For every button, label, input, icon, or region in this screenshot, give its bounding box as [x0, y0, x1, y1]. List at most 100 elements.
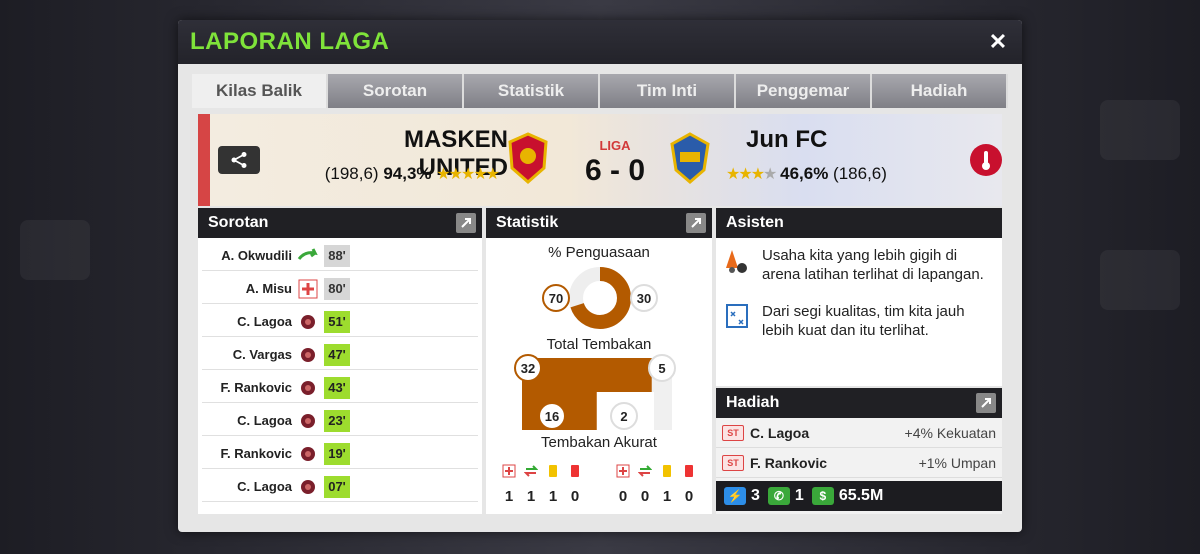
possession-home-value: 70 [549, 291, 563, 306]
home-yellow-count: 1 [548, 488, 558, 505]
highlight-row: C. Lagoa 51' [202, 307, 478, 337]
away-team-rating: (186,6) [833, 164, 887, 183]
tab-kilas-balik[interactable]: Kilas Balik [192, 74, 328, 108]
shots-away-value: 5 [658, 361, 665, 376]
rewards-header: Hadiah [716, 388, 1002, 418]
yellow-card-icon [656, 464, 678, 482]
home-team-percent: 94,3% [383, 164, 432, 183]
match-report-modal: LAPORAN LAGA ✕ Kilas Balik Sorotan Stati… [178, 20, 1022, 532]
background-menu-item [20, 220, 90, 280]
home-sub-count: 1 [526, 488, 536, 505]
home-event-icons [498, 464, 586, 482]
energy-icon: ⚡ [724, 487, 746, 505]
substitution-arrow-icon [296, 245, 320, 267]
final-score: 6 - 0 [584, 154, 646, 187]
away-team-name: Jun FC [746, 126, 828, 153]
red-card-icon [678, 464, 700, 482]
position-badge: ST [722, 424, 744, 441]
highlight-minute: 23' [324, 409, 350, 432]
share-button[interactable] [218, 146, 260, 174]
highlight-player: C. Vargas [232, 347, 292, 362]
rewards-title: Hadiah [726, 394, 780, 411]
expand-stats-button[interactable] [686, 213, 706, 233]
assistant-header: Asisten [716, 208, 1002, 238]
highlight-minute: 88' [324, 244, 350, 267]
highlight-player: C. Lagoa [237, 479, 292, 494]
ball-icon [296, 344, 320, 366]
tab-statistik[interactable]: Statistik [464, 74, 600, 108]
home-team-rating: (198,6) [324, 164, 379, 183]
stats-title: Statistik [496, 214, 559, 231]
tab-penggemar[interactable]: Penggemar [736, 74, 872, 108]
highlight-minute: 47' [324, 343, 350, 366]
highlights-list: A. Okwudili 88' A. Misu 80' C. Lagoa 51' C. Va… [198, 241, 482, 502]
highlight-minute: 07' [324, 475, 350, 498]
highlights-title: Sorotan [208, 214, 269, 231]
reward-player: C. Lagoa [750, 424, 810, 441]
match-intensity-button[interactable] [970, 144, 1002, 176]
currency-rewards: ⚡ 3 ✆ 1 $ 65.5M [716, 481, 1002, 511]
expand-rewards-button[interactable] [976, 393, 996, 413]
rewards-panel: Hadiah ST C. Lagoa +4% Kekuatan ST F. Ra… [716, 388, 1002, 514]
assistant-tip-text: Usaha kita yang lebih gigih di arena lat… [762, 247, 984, 283]
injury-icon [612, 464, 634, 482]
reward-value: +4% Kekuatan [904, 424, 996, 441]
highlights-header: Sorotan [198, 208, 482, 238]
boost-amount: 1 [794, 487, 804, 504]
expand-arrow-icon [691, 218, 701, 228]
highlight-row: F. Rankovic 19' [202, 439, 478, 469]
stats-panel: Statistik % Penguasaan 70 30 Total Temba… [486, 208, 712, 514]
tactics-board-icon [726, 304, 748, 328]
away-injury-count: 0 [618, 488, 628, 505]
injury-icon [498, 464, 520, 482]
highlight-row: C. Vargas 47' [202, 340, 478, 370]
on-target-label: Tembakan Akurat [541, 434, 657, 451]
background-menu-item [1100, 100, 1180, 160]
away-team-percent: 46,6% [780, 164, 829, 183]
ball-icon [296, 311, 320, 333]
red-card-icon [564, 464, 586, 482]
home-event-counts: 1 1 1 0 [498, 488, 586, 505]
yellow-card-icon [542, 464, 564, 482]
highlight-player: C. Lagoa [237, 314, 292, 329]
close-icon[interactable]: ✕ [984, 28, 1012, 56]
highlight-player: C. Lagoa [237, 413, 292, 428]
tab-sorotan[interactable]: Sorotan [328, 74, 464, 108]
home-red-count: 0 [570, 488, 580, 505]
assistant-panel: Asisten Usaha kita yang lebih gigih di a… [716, 208, 1002, 386]
reward-value: +1% Umpan [918, 454, 996, 471]
modal-header: LAPORAN LAGA ✕ [178, 20, 1022, 64]
away-event-icons [612, 464, 700, 482]
shots-home-value: 32 [521, 361, 535, 376]
ball-icon [296, 476, 320, 498]
thermometer-icon [982, 151, 990, 170]
tab-hadiah[interactable]: Hadiah [872, 74, 1008, 108]
highlight-minute: 19' [324, 442, 350, 465]
home-injury-count: 1 [504, 488, 514, 505]
highlight-row: A. Misu 80' [202, 274, 478, 304]
expand-highlights-button[interactable] [456, 213, 476, 233]
tab-tim-inti[interactable]: Tim Inti [600, 74, 736, 108]
highlight-row: A. Okwudili 88' [202, 241, 478, 271]
possession-away-value: 30 [637, 291, 651, 306]
highlight-row: F. Rankovic 43' [202, 373, 478, 403]
substitution-icon [520, 464, 542, 482]
highlight-row: C. Lagoa 23' [202, 406, 478, 436]
away-red-count: 0 [684, 488, 694, 505]
stats-header: Statistik [486, 208, 712, 238]
reward-row: ST C. Lagoa +4% Kekuatan [716, 418, 1002, 448]
modal-title: LAPORAN LAGA [190, 28, 390, 55]
reward-player: F. Rankovic [750, 454, 828, 471]
injury-cross-icon [296, 278, 320, 300]
match-banner: MASKEN UNITED (198,6) 94,3% ★★★★★ LIGA 6… [198, 114, 1002, 206]
reward-row: ST F. Rankovic +1% Umpan [716, 448, 1002, 478]
on-target-away-value: 2 [620, 409, 627, 424]
possession-label: % Penguasaan [548, 244, 650, 261]
boost-icon: ✆ [767, 487, 790, 505]
home-team-crest-icon [508, 132, 548, 184]
highlight-minute: 51' [324, 310, 350, 333]
highlight-player: A. Misu [245, 281, 292, 296]
shots-chart: 32 5 16 2 [514, 354, 676, 430]
away-team-crest-icon [670, 132, 710, 184]
ball-icon [296, 377, 320, 399]
